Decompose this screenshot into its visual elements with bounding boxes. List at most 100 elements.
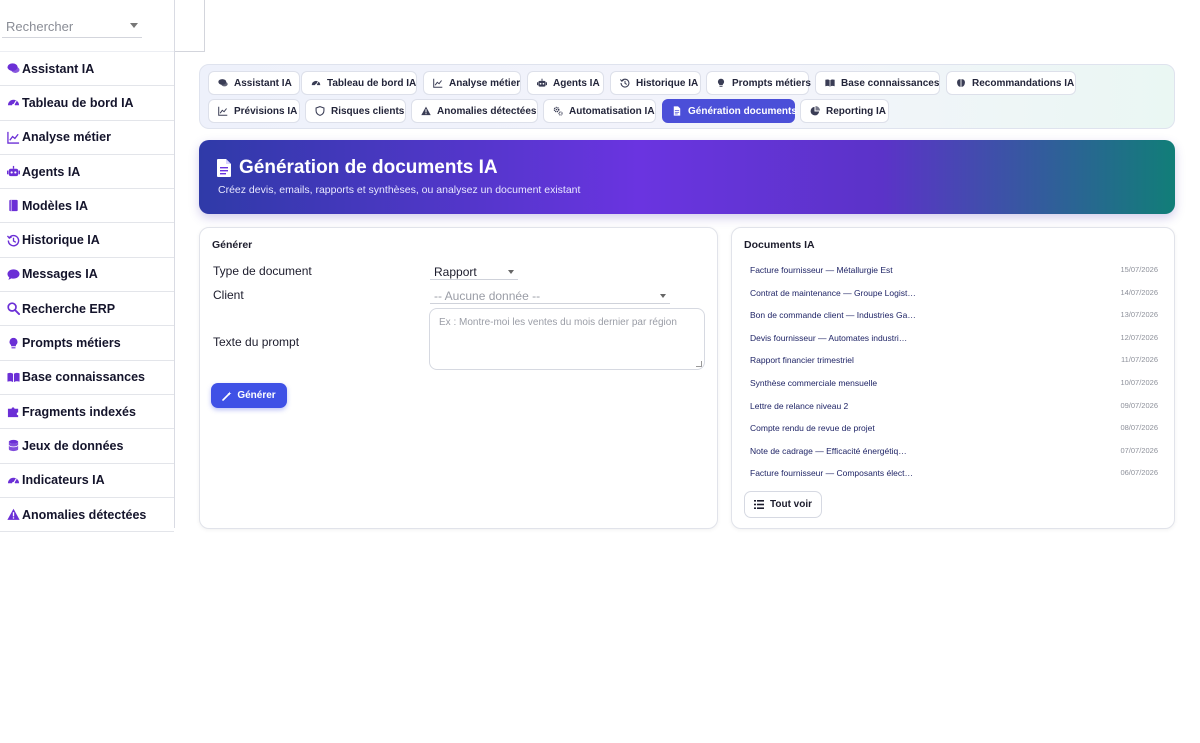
tab-label: Génération documents	[688, 105, 797, 117]
document-name[interactable]: Rapport financier trimestriel	[750, 355, 940, 365]
tab-label: Analyse métier	[449, 77, 521, 89]
sidebar-item-label: Analyse métier	[22, 130, 111, 145]
open-book-icon	[825, 78, 835, 88]
document-date: 14/07/2026	[1120, 287, 1158, 297]
chevron-down-icon	[508, 270, 514, 274]
tab-base-connaissances[interactable]: Base connaissances	[815, 71, 940, 95]
sidebar-item-prompts-metiers[interactable]: Prompts métiers	[0, 326, 174, 361]
client-value: -- Aucune donnée --	[434, 289, 541, 303]
tab-reporting-ia[interactable]: Reporting IA	[800, 99, 889, 123]
robot-icon	[6, 165, 20, 179]
sidebar-item-tableau-de-bord-ia[interactable]: Tableau de bord IA	[0, 86, 174, 121]
document-list-item[interactable]: Facture fournisseur — Métallurgie Est 15/…	[750, 265, 1158, 287]
document-icon	[672, 106, 682, 116]
document-date: 08/07/2026	[1120, 423, 1158, 433]
document-list-item[interactable]: Synthèse commerciale mensuelle 10/07/2026	[750, 378, 1158, 400]
document-name[interactable]: Note de cadrage — Efficacité énergétiq…	[750, 446, 940, 456]
lightbulb-icon	[6, 336, 20, 350]
document-name[interactable]: Synthèse commerciale mensuelle	[750, 378, 940, 388]
tab-previsions-ia[interactable]: Prévisions IA	[208, 99, 300, 123]
sidebar-item-label: Agents IA	[22, 164, 81, 179]
document-list-item[interactable]: Compte rendu de revue de projet 08/07/202…	[750, 423, 1158, 445]
document-name[interactable]: Bon de commande client — Industries Ga…	[750, 310, 940, 320]
tab-analyse-metier[interactable]: Analyse métier	[423, 71, 521, 95]
page-title: Génération de documents IA	[239, 157, 498, 178]
generate-card-title: Générer	[212, 239, 253, 251]
document-name[interactable]: Contrat de maintenance — Groupe Logist…	[750, 288, 940, 298]
magic-wand-icon	[222, 391, 232, 401]
sidebar-item-anomalies-detectees[interactable]: Anomalies détectées	[0, 498, 174, 533]
sidebar-item-assistant-ia[interactable]: Assistant IA	[0, 52, 174, 87]
document-date: 06/07/2026	[1120, 468, 1158, 478]
document-name[interactable]: Lettre de relance niveau 2	[750, 401, 940, 411]
sidebar-item-messages-ia[interactable]: Messages IA	[0, 258, 174, 293]
document-name[interactable]: Devis fournisseur — Automates industri…	[750, 333, 940, 343]
doc-type-select[interactable]: Rapport	[430, 262, 518, 280]
sidebar-item-label: Fragments indexés	[22, 404, 136, 419]
warning-icon	[421, 106, 431, 116]
document-name[interactable]: Compte rendu de revue de projet	[750, 423, 940, 433]
history-icon	[620, 78, 630, 88]
document-list-item[interactable]: Bon de commande client — Industries Ga… 1…	[750, 310, 1158, 332]
tab-prompts-metiers[interactable]: Prompts métiers	[706, 71, 811, 95]
sidebar-item-historique-ia[interactable]: Historique IA	[0, 223, 174, 258]
document-date: 12/07/2026	[1120, 332, 1158, 342]
chat-icon	[218, 78, 228, 88]
tab-anomalies-detectees[interactable]: Anomalies détectées	[411, 99, 538, 123]
sidebar-nav: Assistant IA Tableau de bord IA Analyse mé…	[0, 52, 174, 533]
documents-card: Documents IA Tout voir Facture fournisse…	[731, 227, 1175, 529]
generate-card: Générer Type de document Rapport Client …	[199, 227, 718, 529]
document-list-item[interactable]: Rapport financier trimestriel 11/07/2026	[750, 355, 1158, 377]
tab-label: Historique IA	[636, 77, 699, 89]
tab-tableau-de-bord-ia[interactable]: Tableau de bord IA	[301, 71, 417, 95]
document-list-item[interactable]: Devis fournisseur — Automates industri… 1…	[750, 333, 1158, 355]
search-select[interactable]: Rechercher	[2, 14, 142, 38]
tab-label: Prompts métiers	[732, 77, 811, 89]
sidebar-item-recherche-erp[interactable]: Recherche ERP	[0, 292, 174, 327]
client-label: Client	[213, 288, 244, 302]
gauge-icon	[6, 473, 20, 487]
documents-card-title: Documents IA	[744, 239, 815, 251]
lightbulb-icon	[716, 78, 726, 88]
generate-button-label: Générer	[237, 390, 276, 401]
sidebar-item-fragments-indexes[interactable]: Fragments indexés	[0, 395, 174, 430]
client-select[interactable]: -- Aucune donnée --	[430, 286, 670, 304]
document-list-item[interactable]: Note de cadrage — Efficacité énergétiq… 0…	[750, 446, 1158, 468]
tab-recommandations-ia[interactable]: Recommandations IA	[946, 71, 1076, 95]
document-name[interactable]: Facture fournisseur — Métallurgie Est	[750, 265, 940, 275]
tab-generation-documents[interactable]: Génération documents	[662, 99, 797, 123]
tab-risques-clients[interactable]: Risques clients	[305, 99, 406, 123]
tab-label: Automatisation IA	[569, 105, 655, 117]
document-list-item[interactable]: Facture fournisseur — Composants élect… 0…	[750, 468, 1158, 490]
tab-label: Tableau de bord IA	[327, 77, 417, 89]
generate-button[interactable]: Générer	[211, 383, 287, 408]
chart-line-icon	[6, 130, 20, 144]
tab-historique-ia[interactable]: Historique IA	[610, 71, 701, 95]
resize-handle-icon[interactable]	[696, 361, 702, 367]
doc-type-label: Type de document	[213, 264, 312, 278]
gauge-icon	[311, 78, 321, 88]
sidebar-item-agents-ia[interactable]: Agents IA	[0, 155, 174, 190]
sidebar-item-base-connaissances[interactable]: Base connaissances	[0, 361, 174, 395]
sidebar-item-analyse-metier[interactable]: Analyse métier	[0, 121, 174, 155]
document-list-item[interactable]: Contrat de maintenance — Groupe Logist… 1…	[750, 288, 1158, 310]
sidebar-item-label: Tableau de bord IA	[22, 95, 134, 110]
cogs-icon	[553, 106, 563, 116]
sidebar-item-jeux-de-donnees[interactable]: Jeux de données	[0, 429, 174, 464]
document-name[interactable]: Facture fournisseur — Composants élect…	[750, 468, 940, 478]
search-panel-edge	[175, 0, 205, 52]
see-all-button[interactable]: Tout voir	[744, 491, 822, 518]
tab-assistant-ia[interactable]: Assistant IA	[208, 71, 300, 95]
sidebar-item-label: Indicateurs IA	[22, 473, 105, 488]
tab-automatisation-ia[interactable]: Automatisation IA	[543, 99, 656, 123]
prompt-label: Texte du prompt	[213, 335, 300, 349]
page-subtitle: Créez devis, emails, rapports et synthès…	[218, 184, 581, 196]
document-date: 11/07/2026	[1121, 355, 1158, 365]
tabs-panel: Assistant IA Tableau de bord IA Analyse mé…	[199, 64, 1175, 129]
document-list-item[interactable]: Lettre de relance niveau 2 09/07/2026	[750, 401, 1158, 423]
tab-agents-ia[interactable]: Agents IA	[527, 71, 604, 95]
prompt-textarea[interactable]: Ex : Montre-moi les ventes du mois derni…	[429, 308, 705, 370]
sidebar-item-indicateurs-ia[interactable]: Indicateurs IA	[0, 464, 174, 498]
sidebar-item-modeles-ia[interactable]: Modèles IA	[0, 189, 174, 224]
brain-icon	[956, 78, 966, 88]
